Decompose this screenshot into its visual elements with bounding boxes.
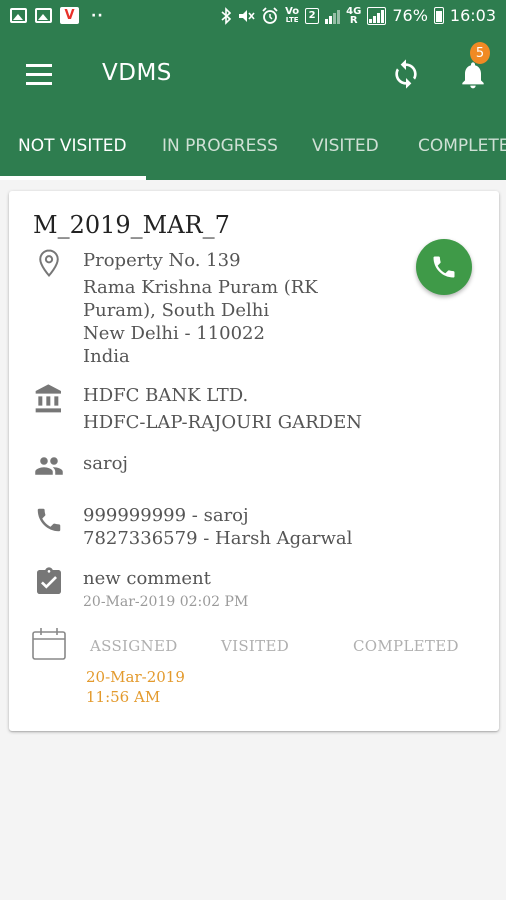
phone-icon xyxy=(31,502,67,538)
bank-name: HDFC BANK LTD. xyxy=(83,385,249,406)
battery-icon xyxy=(433,7,444,24)
phone-number[interactable]: 999999999 - saroj xyxy=(83,504,249,527)
alarm-icon xyxy=(262,6,278,24)
app-title: VDMS xyxy=(102,60,172,86)
mute-icon xyxy=(239,9,255,22)
clock: 16:03 xyxy=(449,6,496,25)
image-notification-icon xyxy=(10,8,27,23)
assigned-date: 20-Mar-2019 xyxy=(86,668,185,686)
address-line: Property No. 139 xyxy=(83,250,241,271)
notification-badge: 5 xyxy=(470,42,490,64)
call-icon[interactable] xyxy=(416,239,472,295)
calendar-icon xyxy=(31,626,67,662)
address-line: India xyxy=(83,346,130,367)
volte-indicator: Vo LTE xyxy=(285,5,300,24)
bank-icon xyxy=(31,381,67,417)
tab-bar: NOT VISITED IN PROGRESS VISITED COMPLETE… xyxy=(0,114,506,180)
address-line: New Delhi - 110022 xyxy=(83,323,265,344)
app-notification-icon: V xyxy=(60,7,79,24)
gallery-notification-icon xyxy=(35,8,52,23)
comment-text: new comment xyxy=(83,568,211,589)
contact-person-name: saroj xyxy=(83,453,128,474)
bluetooth-icon xyxy=(221,6,232,25)
active-tab-indicator xyxy=(0,176,146,180)
timeline-visited-label: VISITED xyxy=(221,637,290,655)
case-card[interactable]: M_2019_MAR_7 Property No. 139 Rama Krish… xyxy=(9,191,499,731)
assigned-datetime: 20-Mar-2019 11:56 AM xyxy=(86,667,185,707)
status-bar: V ·· Vo LTE 2 4G R 76% 16:03 xyxy=(0,0,506,36)
empty-list-area xyxy=(0,745,506,900)
timeline-completed-label: COMPLETED xyxy=(353,637,459,655)
more-notifications-icon: ·· xyxy=(91,7,104,24)
battery-percent: 76% xyxy=(392,6,428,25)
comment-timestamp: 20-Mar-2019 02:02 PM xyxy=(83,594,249,610)
phone-number[interactable]: 7827336579 - Harsh Agarwal xyxy=(83,527,352,550)
case-id: M_2019_MAR_7 xyxy=(33,211,230,239)
address-line: Puram), South Delhi xyxy=(83,300,270,321)
checklist-icon xyxy=(31,564,67,600)
app-bar: VDMS 5 xyxy=(0,36,506,114)
sync-icon[interactable] xyxy=(390,58,422,90)
assigned-time: 11:56 AM xyxy=(86,688,161,706)
signal-strength-icon xyxy=(325,8,341,24)
bank-branch: HDFC-LAP-RAJOURI GARDEN xyxy=(83,412,362,433)
sim-indicator: 2 xyxy=(305,7,320,24)
timeline-assigned-label: ASSIGNED xyxy=(90,637,178,655)
bell-icon[interactable] xyxy=(457,58,489,92)
address-line: Rama Krishna Puram (RK xyxy=(83,277,318,298)
people-icon xyxy=(31,448,67,484)
hamburger-icon[interactable] xyxy=(26,64,54,86)
tab-not-visited[interactable]: NOT VISITED xyxy=(18,136,127,156)
tab-visited[interactable]: VISITED xyxy=(312,136,379,156)
tab-completed[interactable]: COMPLETED xyxy=(418,136,506,156)
tab-in-progress[interactable]: IN PROGRESS xyxy=(162,136,278,156)
location-pin-icon xyxy=(31,245,67,281)
network-type-indicator: 4G R xyxy=(346,5,362,26)
signal-strength-2-icon xyxy=(367,6,387,25)
